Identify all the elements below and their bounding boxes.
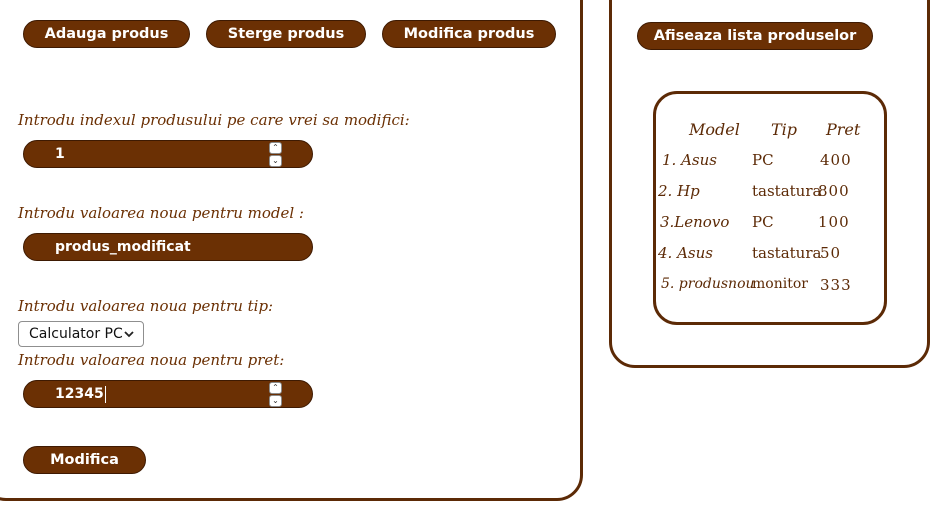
price-input-value: 12345: [55, 386, 104, 402]
type-select-value: Calculator PC: [29, 326, 123, 342]
chevron-down-icon: [124, 331, 134, 338]
table-cell-price: 800: [818, 182, 850, 200]
index-input[interactable]: 1 ⌃ ⌄: [23, 140, 313, 168]
price-label: Introdu valoarea noua pentru pret:: [18, 351, 285, 369]
up-down-arrows-icon[interactable]: ⌃ ⌄: [269, 142, 282, 167]
table-cell-price: 400: [820, 151, 852, 169]
model-input-value: produs_modificat: [55, 239, 191, 255]
modify-product-button[interactable]: Modifica produs: [382, 20, 556, 48]
show-product-list-button[interactable]: Afiseaza lista produselor: [637, 22, 873, 50]
submit-modify-button[interactable]: Modifica: [23, 446, 146, 474]
table-header-type: Tip: [771, 120, 798, 139]
table-cell-model: 1. Asus: [662, 151, 717, 169]
text-caret: [104, 385, 106, 403]
table-cell-model: 3.Lenovo: [660, 213, 730, 231]
delete-product-button[interactable]: Sterge produs: [206, 20, 366, 48]
table-cell-type: PC: [752, 151, 774, 169]
table-header-model: Model: [689, 120, 740, 139]
table-cell-model: 4. Asus: [658, 244, 713, 262]
table-cell-type: tastatura: [752, 244, 822, 262]
table-cell-price: 50: [820, 244, 842, 262]
type-select[interactable]: Calculator PC: [18, 321, 144, 347]
model-label: Introdu valoarea noua pentru model :: [18, 204, 304, 222]
add-product-button[interactable]: Adauga produs: [23, 20, 190, 48]
table-cell-price: 100: [818, 213, 850, 231]
index-input-value: 1: [55, 146, 65, 162]
price-input[interactable]: 12345 ⌃ ⌄: [23, 380, 313, 408]
model-input[interactable]: produs_modificat: [23, 233, 313, 261]
table-cell-price: 333: [820, 276, 852, 294]
type-label: Introdu valoarea noua pentru tip:: [18, 297, 274, 315]
table-cell-type: tastatura: [752, 182, 822, 200]
table-cell-type: monitor: [752, 276, 808, 292]
table-header-price: Pret: [826, 120, 861, 139]
table-cell-type: PC: [752, 213, 774, 231]
table-cell-model: 2. Hp: [658, 182, 700, 200]
index-label: Introdu indexul produsului pe care vrei …: [18, 111, 410, 129]
up-down-arrows-icon[interactable]: ⌃ ⌄: [269, 382, 282, 407]
table-cell-model: 5. produsnou: [661, 276, 755, 292]
